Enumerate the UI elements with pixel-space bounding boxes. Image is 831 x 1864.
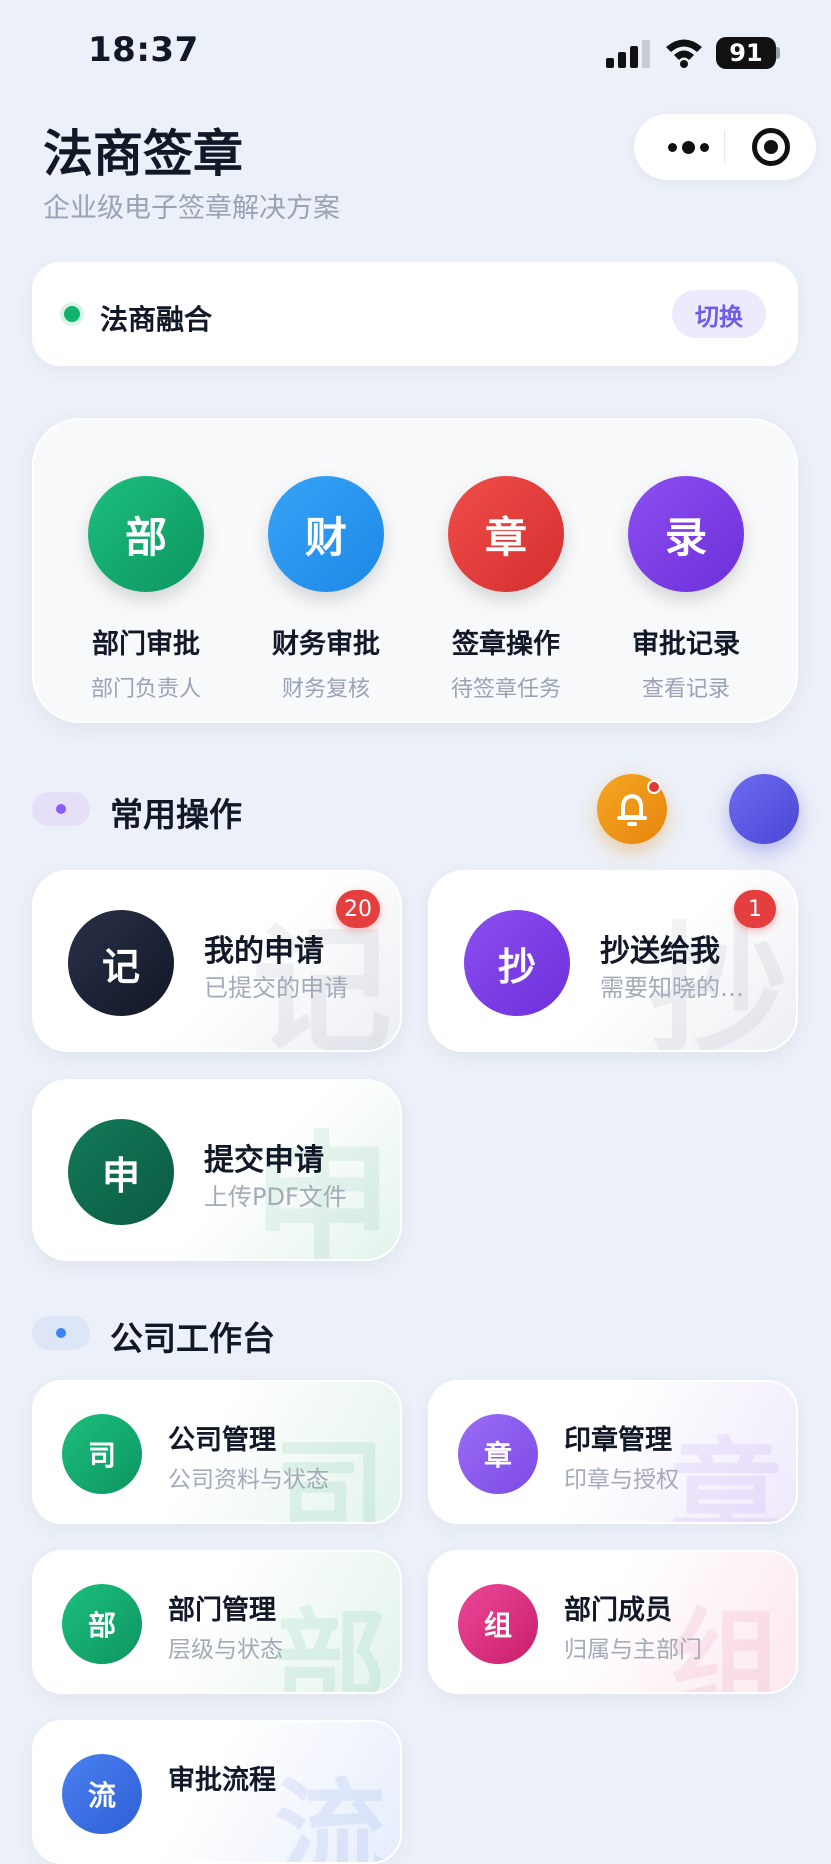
ws-title: 部门成员 xyxy=(564,1595,672,1626)
company-selector: 法商融合 切换 xyxy=(32,262,798,366)
page-subtitle: 企业级电子签章解决方案 xyxy=(43,193,340,224)
ws-sub: 公司资料与状态 xyxy=(168,1467,329,1493)
section-marker xyxy=(32,1316,90,1350)
switch-company-button[interactable]: 切换 xyxy=(672,290,766,338)
quick-actions-card: 部 部门审批 部门负责人 财 财务审批 财务复核 章 签章操作 待签章任务 录 … xyxy=(32,418,798,723)
section-title-workspace: 公司工作台 xyxy=(110,1319,275,1358)
watermark-glyph: 流 xyxy=(274,1768,386,1864)
floating-action-button[interactable] xyxy=(729,774,799,844)
dept-approval-icon: 部 xyxy=(88,476,204,592)
battery-level: 91 xyxy=(729,39,763,67)
quick-action-sub: 查看记录 xyxy=(641,677,730,702)
quick-action-dept-approval[interactable]: 部 部门审批 部门负责人 xyxy=(56,476,236,703)
seal-icon: 章 xyxy=(448,476,564,592)
ws-sub: 归属与主部门 xyxy=(564,1637,702,1663)
ws-title: 部门管理 xyxy=(168,1595,276,1626)
quick-action-label: 签章操作 xyxy=(452,629,560,660)
submit-application-card[interactable]: 申 申 提交申请 上传PDF文件 xyxy=(32,1079,402,1261)
records-icon: 录 xyxy=(628,476,744,592)
quick-action-label: 审批记录 xyxy=(632,629,740,660)
op-sub: 上传PDF文件 xyxy=(204,1183,347,1211)
quick-action-label: 部门审批 xyxy=(92,629,200,660)
close-target-icon[interactable] xyxy=(752,128,790,166)
department-icon: 部 xyxy=(62,1584,142,1664)
quick-action-sub: 部门负责人 xyxy=(90,677,201,702)
notification-bell-button[interactable] xyxy=(597,774,667,844)
quick-action-approval-records[interactable]: 录 审批记录 查看记录 xyxy=(596,476,776,703)
submit-icon: 申 xyxy=(68,1119,174,1225)
wifi-icon xyxy=(666,39,702,68)
quick-action-sub: 财务复核 xyxy=(281,677,370,702)
ws-title: 印章管理 xyxy=(564,1425,672,1456)
page-title: 法商签章 xyxy=(43,125,243,183)
cc-icon: 抄 xyxy=(464,910,570,1016)
company-management-card[interactable]: 司 司 公司管理 公司资料与状态 xyxy=(32,1380,402,1524)
company-icon: 司 xyxy=(62,1414,142,1494)
battery-cap xyxy=(776,47,780,59)
miniprogram-capsule xyxy=(634,114,816,180)
ws-sub: 印章与授权 xyxy=(564,1467,679,1493)
op-sub: 需要知晓的申请 xyxy=(600,974,760,1002)
section-marker xyxy=(32,792,90,826)
capsule-divider xyxy=(724,130,725,164)
department-members-card[interactable]: 组 组 部门成员 归属与主部门 xyxy=(428,1550,798,1694)
my-applications-icon: 记 xyxy=(68,910,174,1016)
notification-dot xyxy=(647,780,661,794)
count-badge: 20 xyxy=(336,890,380,928)
status-time: 18:37 xyxy=(88,30,199,70)
quick-action-sub: 待签章任务 xyxy=(450,677,561,702)
more-icon[interactable] xyxy=(658,114,718,180)
op-title: 提交申请 xyxy=(204,1143,324,1178)
my-applications-card[interactable]: 记 记 我的申请 已提交的申请 20 xyxy=(32,870,402,1052)
watermark-glyph: 章 xyxy=(670,1428,782,1524)
finance-approval-icon: 财 xyxy=(268,476,384,592)
status-dot-icon xyxy=(64,306,80,322)
quick-action-label: 财务审批 xyxy=(272,629,380,660)
seal-management-card[interactable]: 章 章 印章管理 印章与授权 xyxy=(428,1380,798,1524)
ws-sub: 层级与状态 xyxy=(168,1637,283,1663)
section-title-common-ops: 常用操作 xyxy=(110,795,242,834)
members-icon: 组 xyxy=(458,1584,538,1664)
watermark-glyph: 部 xyxy=(274,1598,386,1694)
quick-action-finance-approval[interactable]: 财 财务审批 财务复核 xyxy=(236,476,416,703)
company-name: 法商融合 xyxy=(100,303,213,336)
op-title: 抄送给我 xyxy=(600,934,720,969)
op-title: 我的申请 xyxy=(204,934,324,969)
cellular-signal-icon xyxy=(606,40,650,68)
cc-to-me-card[interactable]: 抄 抄 抄送给我 需要知晓的申请 1 xyxy=(428,870,798,1052)
battery-icon: 91 xyxy=(716,37,776,69)
department-management-card[interactable]: 部 部 部门管理 层级与状态 xyxy=(32,1550,402,1694)
seal-icon: 章 xyxy=(458,1414,538,1494)
count-badge: 1 xyxy=(734,890,776,928)
flow-icon: 流 xyxy=(62,1754,142,1834)
quick-action-sign-operation[interactable]: 章 签章操作 待签章任务 xyxy=(416,476,596,703)
op-sub: 已提交的申请 xyxy=(204,974,348,1002)
approval-flow-card[interactable]: 流 流 审批流程 xyxy=(32,1720,402,1864)
ws-title: 公司管理 xyxy=(168,1425,276,1456)
ws-title: 审批流程 xyxy=(168,1765,276,1796)
